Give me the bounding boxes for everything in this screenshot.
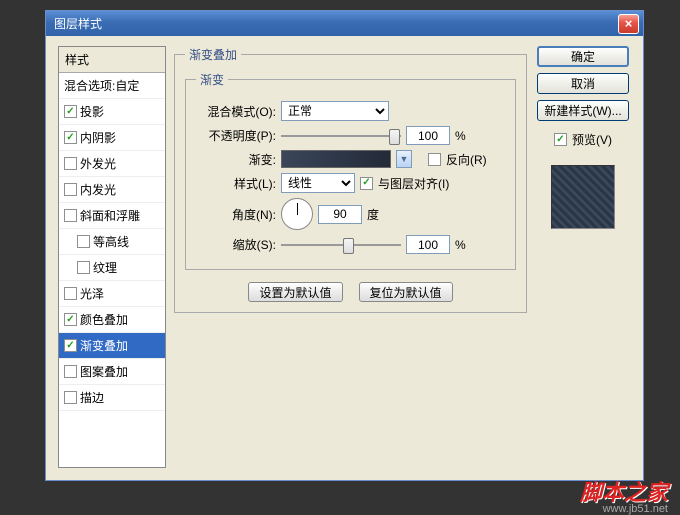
angle-knob[interactable] <box>281 198 313 230</box>
style-item[interactable]: 描边 <box>59 385 165 411</box>
preview-label: 预览(V) <box>572 131 612 148</box>
style-label: 投影 <box>80 103 104 120</box>
style-checkbox[interactable] <box>64 183 77 196</box>
opacity-slider[interactable] <box>281 127 401 145</box>
close-button[interactable]: × <box>618 14 639 34</box>
style-label: 外发光 <box>80 155 116 172</box>
opacity-label: 不透明度(P): <box>196 127 276 144</box>
style-checkbox[interactable] <box>64 391 77 404</box>
style-item[interactable]: 图案叠加 <box>59 359 165 385</box>
style-checkbox[interactable] <box>64 287 77 300</box>
dialog-title: 图层样式 <box>54 15 102 32</box>
align-checkbox[interactable] <box>360 177 373 190</box>
style-checkbox[interactable] <box>64 313 77 326</box>
style-label: 纹理 <box>93 259 117 276</box>
style-checkbox[interactable] <box>77 261 90 274</box>
style-checkbox[interactable] <box>77 235 90 248</box>
scale-slider[interactable] <box>281 236 401 254</box>
scale-input[interactable] <box>406 235 450 254</box>
preview-swatch <box>551 165 615 229</box>
angle-input[interactable] <box>318 205 362 224</box>
style-item[interactable]: 等高线 <box>59 229 165 255</box>
style-label: 内阴影 <box>80 129 116 146</box>
style-select[interactable]: 线性 <box>281 173 355 193</box>
style-label: 描边 <box>80 389 104 406</box>
style-checkbox[interactable] <box>64 105 77 118</box>
ok-button[interactable]: 确定 <box>537 46 629 67</box>
style-item[interactable]: 斜面和浮雕 <box>59 203 165 229</box>
gradient-group: 渐变 混合模式(O): 正常 不透明度(P): % 渐变: ▼ <box>185 71 516 270</box>
style-label: 光泽 <box>80 285 104 302</box>
align-label: 与图层对齐(I) <box>378 175 449 192</box>
styles-header: 样式 <box>59 47 165 73</box>
style-checkbox[interactable] <box>64 365 77 378</box>
gradient-swatch[interactable] <box>281 150 391 168</box>
opacity-input[interactable] <box>406 126 450 145</box>
style-checkbox[interactable] <box>64 131 77 144</box>
style-checkbox[interactable] <box>64 209 77 222</box>
action-column: 确定 取消 新建样式(W)... 预览(V) <box>535 46 631 468</box>
reverse-label: 反向(R) <box>446 151 487 168</box>
section-title: 渐变叠加 <box>185 46 241 63</box>
reset-default-button[interactable]: 复位为默认值 <box>359 282 453 302</box>
style-item[interactable]: 光泽 <box>59 281 165 307</box>
blend-mode-label: 混合模式(O): <box>196 103 276 120</box>
style-item[interactable]: 外发光 <box>59 151 165 177</box>
percent-label-2: % <box>455 238 466 252</box>
style-label: 颜色叠加 <box>80 311 128 328</box>
degree-label: 度 <box>367 206 379 223</box>
style-item[interactable]: 渐变叠加 <box>59 333 165 359</box>
group-title: 渐变 <box>196 71 228 88</box>
reverse-checkbox[interactable] <box>428 153 441 166</box>
style-checkbox[interactable] <box>64 339 77 352</box>
scale-label: 缩放(S): <box>196 236 276 253</box>
gradient-dropdown[interactable]: ▼ <box>396 150 412 168</box>
set-default-button[interactable]: 设置为默认值 <box>248 282 342 302</box>
percent-label: % <box>455 129 466 143</box>
gradient-overlay-fieldset: 渐变叠加 渐变 混合模式(O): 正常 不透明度(P): % 渐变: <box>174 46 527 313</box>
preview-checkbox[interactable] <box>554 133 567 146</box>
titlebar[interactable]: 图层样式 × <box>46 11 643 36</box>
settings-panel: 渐变叠加 渐变 混合模式(O): 正常 不透明度(P): % 渐变: <box>174 46 527 468</box>
style-checkbox[interactable] <box>64 157 77 170</box>
blend-mode-select[interactable]: 正常 <box>281 101 389 121</box>
style-item[interactable]: 内发光 <box>59 177 165 203</box>
style-label: 等高线 <box>93 233 129 250</box>
style-item[interactable]: 内阴影 <box>59 125 165 151</box>
style-label: 图案叠加 <box>80 363 128 380</box>
style-label: 渐变叠加 <box>80 337 128 354</box>
style-item[interactable]: 投影 <box>59 99 165 125</box>
style-item[interactable]: 纹理 <box>59 255 165 281</box>
cancel-button[interactable]: 取消 <box>537 73 629 94</box>
style-item[interactable]: 颜色叠加 <box>59 307 165 333</box>
angle-label: 角度(N): <box>196 206 276 223</box>
watermark-url: www.jb51.net <box>603 503 668 515</box>
style-label: 内发光 <box>80 181 116 198</box>
new-style-button[interactable]: 新建样式(W)... <box>537 100 629 121</box>
gradient-label: 渐变: <box>196 151 276 168</box>
styles-list: 样式 混合选项:自定 投影内阴影外发光内发光斜面和浮雕等高线纹理光泽颜色叠加渐变… <box>58 46 166 468</box>
blend-options-item[interactable]: 混合选项:自定 <box>59 73 165 99</box>
style-label: 样式(L): <box>196 175 276 192</box>
layer-style-dialog: 图层样式 × 样式 混合选项:自定 投影内阴影外发光内发光斜面和浮雕等高线纹理光… <box>45 10 644 481</box>
style-label: 斜面和浮雕 <box>80 207 140 224</box>
